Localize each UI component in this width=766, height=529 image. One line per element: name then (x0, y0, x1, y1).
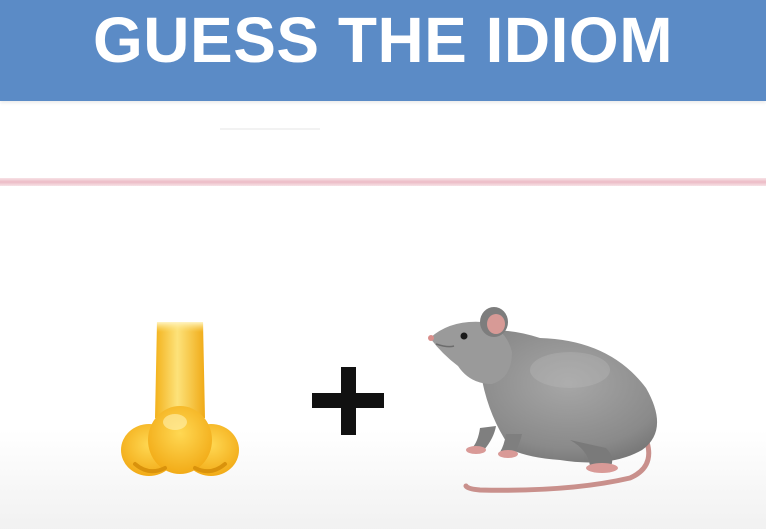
emoji-puzzle (0, 0, 766, 529)
plus-icon (312, 367, 384, 435)
rat-icon (428, 307, 658, 493)
nose-icon (121, 322, 239, 476)
